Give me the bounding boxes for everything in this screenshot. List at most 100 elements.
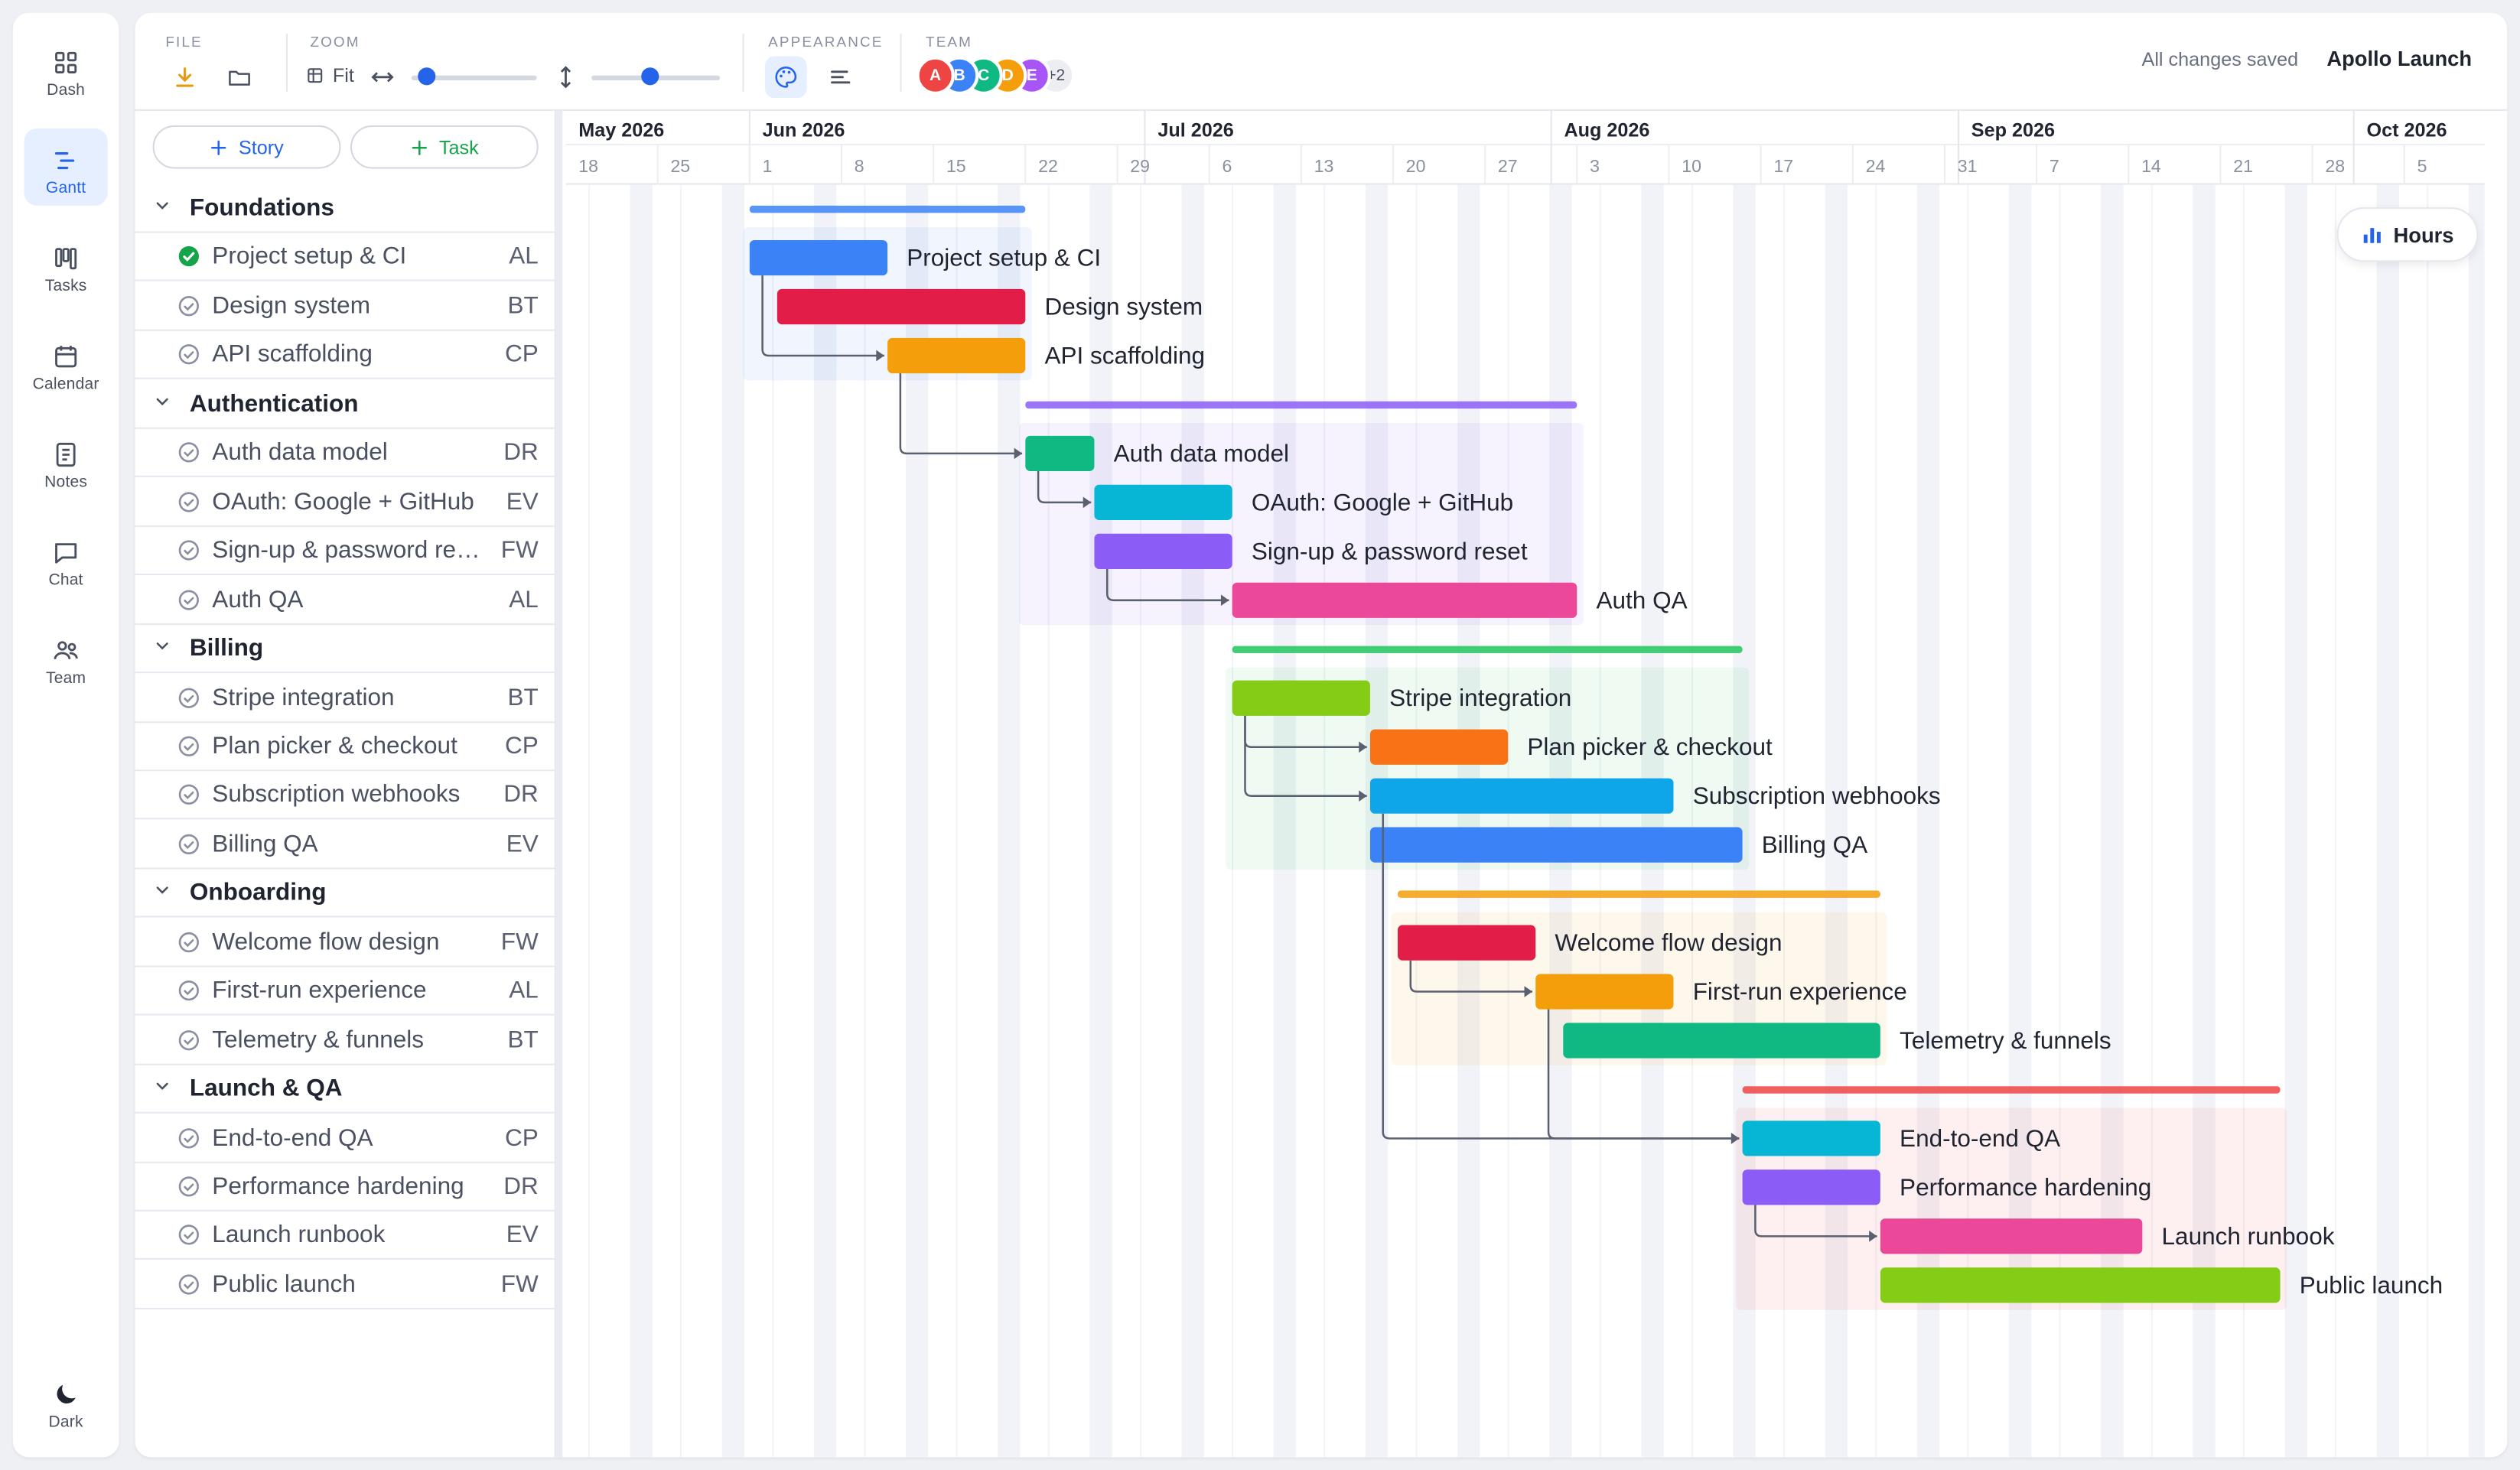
group-summary-bar[interactable]: [1397, 890, 1880, 898]
task-row[interactable]: Telemetry & funnels BT: [135, 1016, 556, 1065]
task-bar[interactable]: [1742, 1169, 1880, 1205]
horizontal-zoom-slider-knob[interactable]: [417, 67, 436, 86]
check-circle-icon[interactable]: [177, 930, 201, 955]
nav-item-notes[interactable]: Notes: [24, 422, 108, 499]
chevron-down-icon[interactable]: [135, 1077, 189, 1101]
toolbar: FILE ZOOM Fit APPEARANCE TEAM A B C D E …: [135, 13, 2508, 111]
task-owner: CP: [504, 732, 539, 760]
task-row[interactable]: Auth data model DR: [135, 429, 556, 478]
nav-item-calendar[interactable]: Calendar: [24, 324, 108, 402]
add-task-button[interactable]: Task: [350, 125, 539, 169]
group-name: Billing: [189, 634, 264, 662]
task-bar[interactable]: [1880, 1267, 2281, 1303]
notes-icon: [56, 442, 76, 467]
vertical-zoom-slider-knob[interactable]: [640, 67, 659, 86]
check-circle-icon[interactable]: [177, 441, 201, 465]
task-bar[interactable]: [1369, 827, 1743, 863]
check-circle-icon[interactable]: [177, 783, 201, 808]
project-name[interactable]: Apollo Launch: [2326, 47, 2472, 71]
task-row[interactable]: Auth QA AL: [135, 576, 556, 625]
chevron-down-icon[interactable]: [135, 881, 189, 906]
team-avatar[interactable]: A: [916, 56, 955, 95]
task-bar[interactable]: [1742, 1120, 1880, 1156]
check-circle-icon[interactable]: [177, 538, 201, 563]
check-circle-icon[interactable]: [177, 1224, 201, 1248]
group-row[interactable]: Launch & QA: [135, 1065, 556, 1114]
color-theme-button[interactable]: [764, 56, 807, 99]
check-circle-icon[interactable]: [177, 734, 201, 759]
folder-icon: [229, 70, 250, 86]
group-summary-bar[interactable]: [749, 205, 1026, 213]
day-label: 21: [2233, 156, 2253, 176]
check-circle-icon[interactable]: [177, 1175, 201, 1199]
check-circle-icon[interactable]: [177, 1028, 201, 1052]
check-circle-icon[interactable]: [177, 685, 201, 710]
add-story-button[interactable]: Story: [152, 125, 341, 169]
nav-item-team[interactable]: Team: [24, 619, 108, 696]
task-bar[interactable]: [1232, 582, 1577, 618]
task-row[interactable]: Project setup & CI AL: [135, 234, 556, 282]
check-circle-filled-icon[interactable]: [177, 245, 201, 269]
theme-toggle-button[interactable]: Dark: [24, 1362, 108, 1439]
check-circle-icon[interactable]: [177, 832, 201, 857]
check-circle-icon[interactable]: [177, 489, 201, 514]
task-row[interactable]: Design system BT: [135, 282, 556, 331]
task-row[interactable]: Public launch FW: [135, 1261, 556, 1309]
task-bar[interactable]: [1094, 484, 1232, 520]
group-summary-bar[interactable]: [1742, 1086, 2281, 1094]
chevron-down-icon[interactable]: [135, 196, 189, 220]
check-circle-icon[interactable]: [177, 979, 201, 1003]
check-circle-icon[interactable]: [177, 1126, 201, 1150]
task-bar[interactable]: [887, 337, 1026, 374]
open-folder-button[interactable]: [219, 57, 261, 99]
download-button[interactable]: [164, 57, 206, 99]
task-bar[interactable]: [1880, 1218, 2143, 1254]
chevron-down-icon[interactable]: [135, 392, 189, 416]
task-bar[interactable]: [1563, 1023, 1880, 1059]
task-row[interactable]: Subscription webhooks DR: [135, 772, 556, 821]
check-circle-icon[interactable]: [177, 343, 201, 367]
day-label: 7: [2050, 156, 2059, 176]
task-bar[interactable]: [1397, 925, 1536, 961]
task-row[interactable]: Stripe integration BT: [135, 674, 556, 723]
hours-toggle-button[interactable]: Hours: [2336, 207, 2479, 262]
nav-item-dash[interactable]: Dash: [24, 31, 108, 108]
task-row[interactable]: OAuth: Google + GitHub EV: [135, 478, 556, 527]
task-bar[interactable]: [749, 239, 888, 276]
task-row[interactable]: Sign-up & password reset FW: [135, 527, 556, 576]
task-row[interactable]: Plan picker & checkout CP: [135, 723, 556, 772]
task-bar[interactable]: [1535, 974, 1674, 1010]
group-summary-bar[interactable]: [1232, 646, 1743, 654]
month-label: Sep 2026: [1971, 120, 2055, 141]
group-row[interactable]: Onboarding: [135, 870, 556, 919]
group-row[interactable]: Authentication: [135, 380, 556, 429]
download-icon: [176, 67, 194, 87]
chevron-down-icon[interactable]: [135, 636, 189, 661]
task-row[interactable]: First-run experience AL: [135, 968, 556, 1016]
panel-splitter[interactable]: [555, 110, 563, 1458]
check-circle-icon[interactable]: [177, 294, 201, 318]
group-summary-bar[interactable]: [1025, 401, 1577, 409]
group-row[interactable]: Billing: [135, 625, 556, 674]
check-circle-icon[interactable]: [177, 1273, 201, 1297]
task-bar[interactable]: [1025, 435, 1095, 472]
task-row[interactable]: API scaffolding CP: [135, 331, 556, 380]
task-bar[interactable]: [1232, 680, 1370, 716]
task-row[interactable]: End-to-end QA CP: [135, 1114, 556, 1163]
group-row[interactable]: Foundations: [135, 185, 556, 233]
nav-item-chat[interactable]: Chat: [24, 521, 108, 598]
task-row[interactable]: Welcome flow design FW: [135, 919, 556, 968]
label-layout-button[interactable]: [819, 57, 861, 99]
task-bar-label: Auth data model: [1114, 439, 1289, 467]
fit-button[interactable]: Fit: [305, 64, 354, 86]
task-row[interactable]: Performance hardening DR: [135, 1163, 556, 1211]
task-bar[interactable]: [1369, 778, 1674, 814]
task-row[interactable]: Launch runbook EV: [135, 1212, 556, 1260]
task-bar[interactable]: [777, 288, 1026, 325]
check-circle-icon[interactable]: [177, 587, 201, 612]
task-bar[interactable]: [1369, 729, 1509, 765]
nav-item-tasks[interactable]: Tasks: [24, 226, 108, 304]
nav-item-gantt[interactable]: Gantt: [24, 128, 108, 206]
task-bar[interactable]: [1094, 533, 1232, 569]
task-row[interactable]: Billing QA EV: [135, 821, 556, 870]
